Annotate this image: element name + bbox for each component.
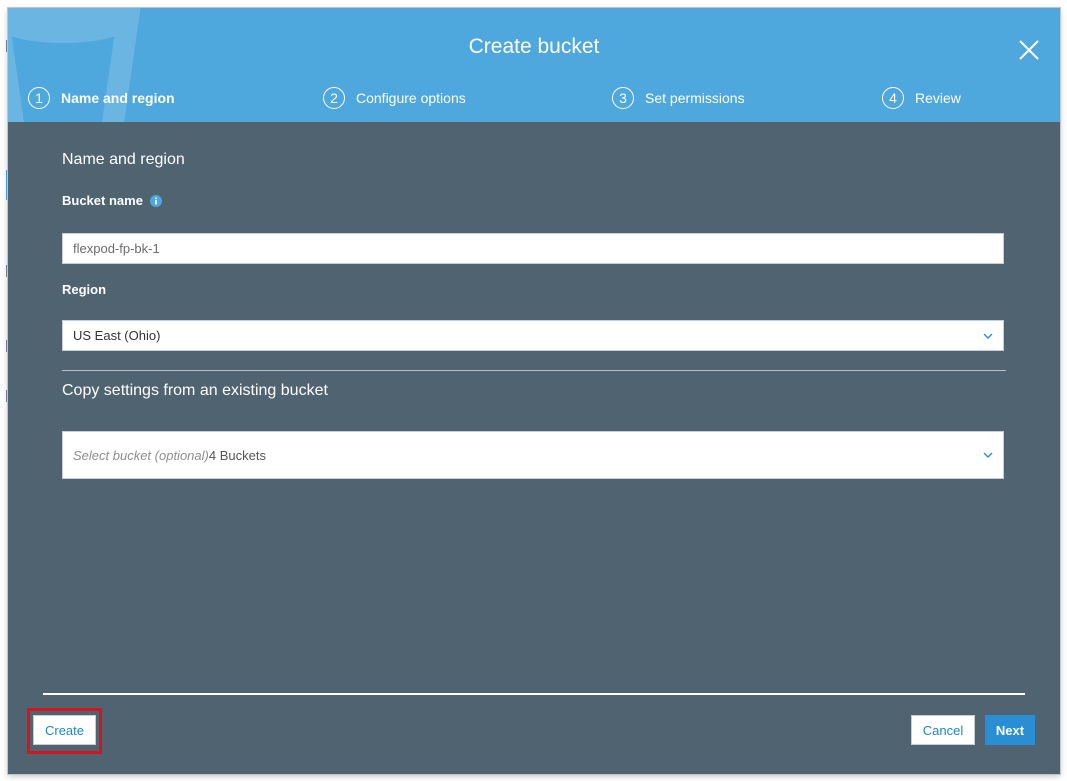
region-select[interactable]: US East (Ohio) — [62, 320, 1004, 351]
info-icon[interactable] — [149, 195, 162, 207]
create-button[interactable]: Create — [33, 715, 96, 745]
step-review[interactable]: 4 Review — [882, 86, 961, 110]
step-number: 3 — [612, 87, 634, 109]
cancel-button[interactable]: Cancel — [911, 715, 975, 745]
step-set-permissions[interactable]: 3 Set permissions — [612, 86, 745, 110]
footer-divider — [43, 693, 1025, 695]
bucket-count: 4 Buckets — [208, 447, 266, 463]
step-number: 1 — [28, 87, 50, 109]
wizard-steps: 1 Name and region 2 Configure options 3 … — [8, 86, 1060, 110]
chevron-down-icon — [983, 452, 993, 458]
section-title-name-and-region: Name and region — [62, 151, 185, 168]
copy-settings-bucket-select[interactable]: Select bucket (optional) 4 Buckets — [62, 431, 1004, 479]
step-name-and-region[interactable]: 1 Name and region — [28, 86, 175, 110]
step-number: 4 — [882, 87, 904, 109]
bucket-name-label-text: Bucket name — [62, 193, 143, 208]
background-edge — [0, 0, 8, 781]
select-placeholder: Select bucket (optional) — [73, 447, 209, 463]
create-bucket-dialog: Create bucket 1 Name and region 2 Config… — [8, 8, 1060, 774]
step-label: Set permissions — [645, 90, 745, 106]
dialog-header: Create bucket 1 Name and region 2 Config… — [8, 8, 1060, 122]
step-label: Review — [915, 90, 961, 106]
step-number: 2 — [323, 87, 345, 109]
close-icon[interactable] — [1014, 35, 1044, 65]
section-divider — [62, 370, 1006, 371]
bucket-name-input[interactable]: flexpod-fp-bk-1 — [62, 233, 1004, 264]
next-button[interactable]: Next — [985, 715, 1035, 745]
chevron-down-icon — [983, 333, 993, 339]
step-configure-options[interactable]: 2 Configure options — [323, 86, 466, 110]
step-label: Name and region — [61, 90, 175, 106]
dialog-title: Create bucket — [468, 35, 600, 58]
section-title-copy-settings: Copy settings from an existing bucket — [62, 382, 328, 399]
region-label: Region — [62, 282, 107, 297]
bucket-name-label: Bucket name — [62, 193, 162, 209]
step-label: Configure options — [356, 90, 466, 106]
region-select-value: US East (Ohio) — [73, 328, 161, 343]
